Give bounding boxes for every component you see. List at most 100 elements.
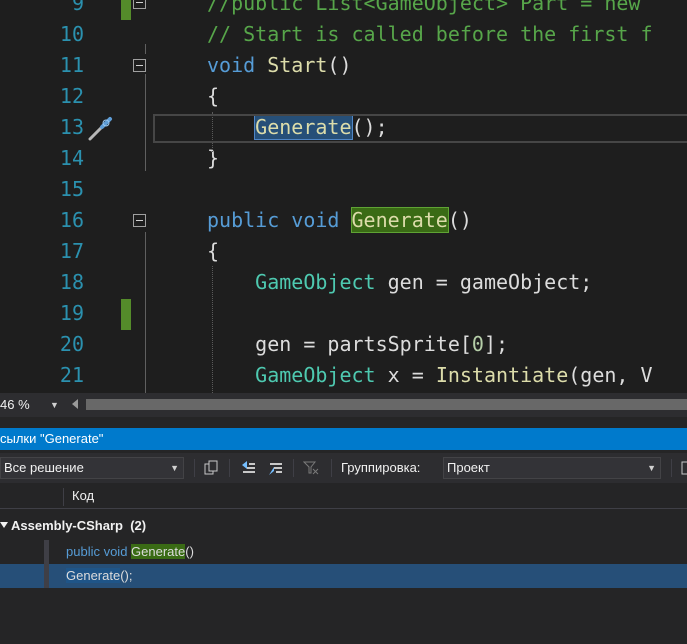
code-text[interactable]: //public List<GameObject> Part = new — [207, 0, 640, 19]
code-text[interactable]: void Start() — [207, 50, 352, 81]
find-references-panel: сылки "Generate" Все решение ▼ Группиров… — [0, 417, 687, 644]
reference-count: (2) — [130, 518, 147, 533]
code-line[interactable]: 20 gen = partsSprite[0]; — [0, 329, 687, 360]
tree-indent-bar — [44, 540, 49, 564]
references-toolbar: Все решение ▼ Группировка: Проект ▼ — [0, 453, 687, 483]
clear-filter-icon[interactable] — [302, 460, 319, 476]
collapse-toggle[interactable] — [133, 0, 146, 9]
code-line[interactable]: 16 public void Generate() — [0, 205, 687, 236]
previous-location-icon[interactable] — [241, 460, 257, 476]
line-number: 11 — [59, 53, 84, 77]
reference-symbol: Generate — [131, 544, 186, 559]
code-text[interactable]: { — [207, 236, 219, 267]
line-number: 12 — [59, 84, 84, 108]
code-text[interactable]: // Start is called before the first f — [207, 19, 653, 50]
tree-indent-bar — [44, 564, 49, 588]
code-token: public — [207, 208, 280, 232]
code-token: gen = partsSprite[ — [207, 332, 472, 356]
code-token: Start — [255, 53, 328, 77]
code-text[interactable]: { — [207, 81, 219, 112]
collapse-toggle[interactable] — [133, 59, 146, 72]
line-number: 18 — [59, 270, 84, 294]
code-text[interactable]: } — [207, 143, 219, 174]
code-token: GameObject — [255, 363, 376, 387]
expand-triangle-icon[interactable] — [0, 522, 8, 528]
code-line[interactable]: 19 — [0, 298, 687, 329]
reference-keyword: public void — [66, 544, 132, 559]
code-line[interactable]: 15 — [0, 174, 687, 205]
code-line[interactable]: 21 GameObject x = Instantiate(gen, V — [0, 360, 687, 391]
project-name: Assembly-CSharp — [11, 518, 123, 533]
code-line[interactable]: 11 void Start() — [0, 50, 687, 81]
code-text[interactable]: public void Generate() — [207, 205, 472, 236]
column-header: Код — [0, 484, 687, 509]
code-line[interactable]: 14} — [0, 143, 687, 174]
code-line[interactable]: 12 { — [0, 81, 687, 112]
toolbar-separator — [229, 459, 230, 477]
line-number: 15 — [59, 177, 84, 201]
column-separator[interactable] — [63, 488, 64, 506]
code-editor[interactable]: 9 //public List<GameObject> Part = new 10 /… — [0, 0, 687, 393]
scope-dropdown-value: Все решение — [4, 460, 84, 475]
line-number: 13 — [59, 115, 84, 139]
next-location-icon[interactable] — [268, 460, 284, 476]
code-line[interactable]: 10 // Start is called before the first f — [0, 19, 687, 50]
copy-icon[interactable] — [203, 460, 219, 476]
change-marker — [121, 299, 131, 330]
panel-title[interactable]: сылки "Generate" — [0, 428, 687, 450]
chevron-down-icon: ▼ — [170, 463, 179, 473]
screwdriver-icon[interactable] — [84, 115, 116, 143]
code-token: void — [207, 53, 256, 77]
zoom-dropdown[interactable]: 46 % ▼ — [0, 396, 62, 414]
code-text[interactable]: GameObject gen = gameObject; — [207, 267, 592, 298]
code-token: gen = gameObject; — [375, 270, 593, 294]
reference-row-selected[interactable]: Generate(); — [0, 564, 687, 588]
line-number: 17 — [59, 239, 84, 263]
collapse-toggle[interactable] — [133, 214, 146, 227]
code-line[interactable]: 18 GameObject gen = gameObject; — [0, 267, 687, 298]
zoom-value: 46 % — [0, 397, 30, 412]
outline-line — [145, 232, 146, 393]
code-token: () — [447, 208, 472, 232]
code-token: Generate — [350, 207, 449, 233]
grouping-dropdown-value: Проект — [447, 460, 490, 475]
grouping-dropdown[interactable]: Проект ▼ — [443, 457, 661, 479]
horizontal-scrollbar-thumb[interactable] — [86, 399, 687, 410]
code-token: { — [207, 239, 220, 263]
code-line[interactable]: 9 //public List<GameObject> Part = new — [0, 0, 687, 19]
toolbar-separator — [293, 459, 294, 477]
project-group-row[interactable]: Assembly-CSharp (2) — [0, 514, 687, 538]
code-token: void — [291, 208, 340, 232]
code-text[interactable]: GameObject x = Instantiate(gen, V — [207, 360, 653, 391]
scroll-left-arrow-icon[interactable] — [72, 399, 78, 409]
line-number: 20 — [59, 332, 84, 356]
grouping-label: Группировка: — [341, 460, 421, 475]
code-token: (gen, V — [568, 363, 653, 387]
keep-results-icon[interactable] — [680, 460, 687, 476]
code-text[interactable]: gen = partsSprite[0]; — [207, 329, 508, 360]
toolbar-separator — [331, 459, 332, 477]
toolbar-separator — [194, 459, 195, 477]
code-token: () — [327, 53, 352, 77]
indent-guide — [212, 266, 213, 393]
scope-dropdown[interactable]: Все решение ▼ — [0, 457, 184, 479]
code-token: { — [207, 84, 220, 108]
editor-status-bar: 46 % ▼ — [0, 393, 687, 417]
code-line[interactable]: 17 { — [0, 236, 687, 267]
current-line-highlight — [153, 114, 687, 143]
chevron-down-icon: ▼ — [50, 400, 59, 410]
code-token: // Start is called before the first f — [207, 22, 653, 46]
column-code-header[interactable]: Код — [72, 484, 94, 508]
line-number: 21 — [59, 363, 84, 387]
code-token: 0 — [471, 332, 484, 356]
line-number: 19 — [59, 301, 84, 325]
chevron-down-icon: ▼ — [647, 463, 656, 473]
code-token: Instantiate — [435, 363, 569, 387]
reference-row[interactable]: public void Generate() — [0, 540, 687, 564]
code-token: ]; — [483, 332, 509, 356]
reference-suffix: () — [185, 544, 194, 559]
code-token: //public List<GameObject> Part = new — [207, 0, 641, 15]
